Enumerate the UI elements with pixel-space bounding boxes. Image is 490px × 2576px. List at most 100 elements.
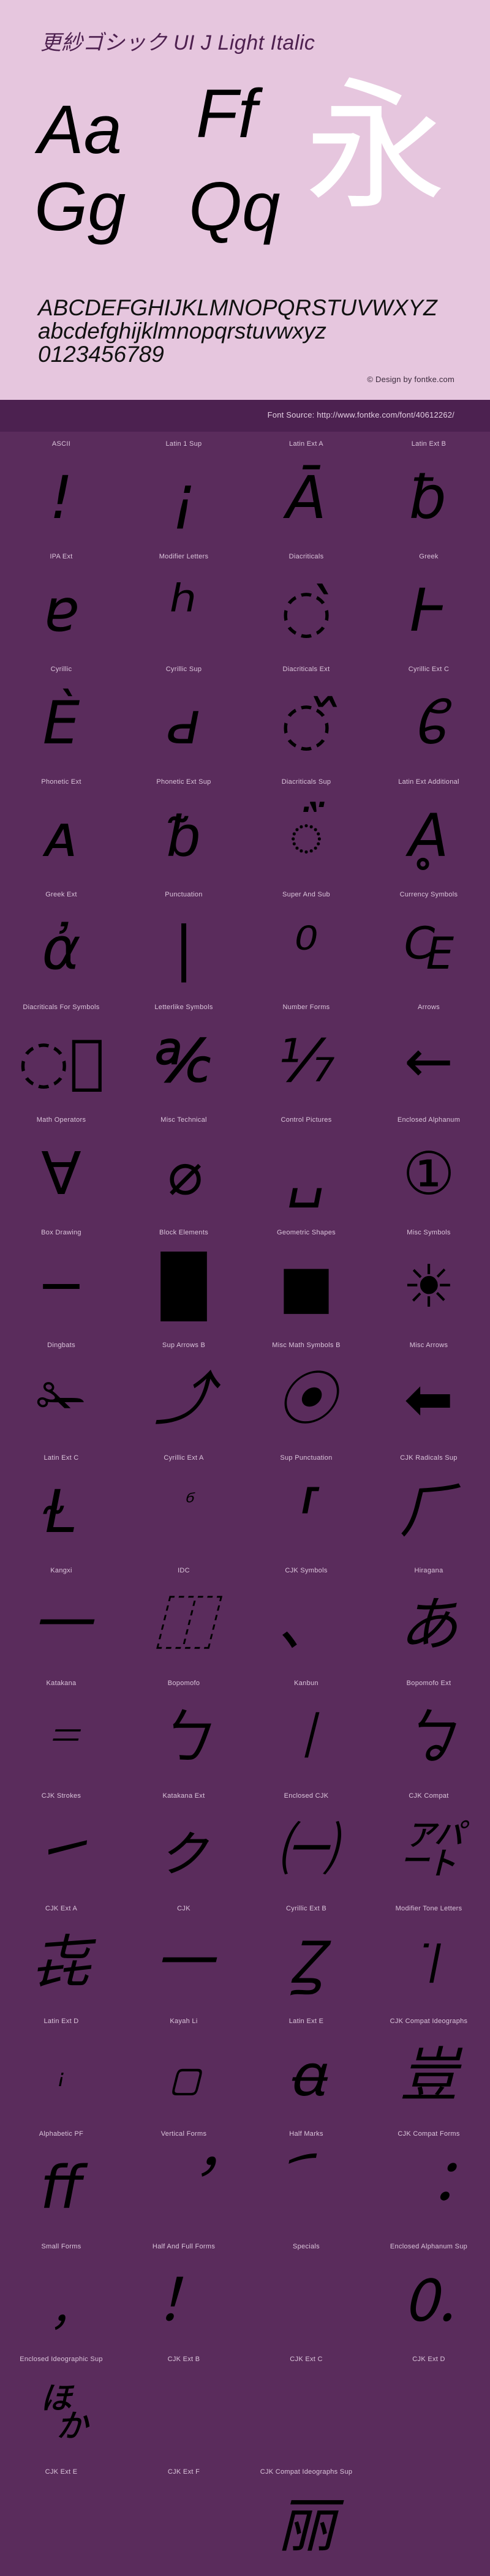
unicode-block-cell-cjk-ext-a[interactable]: CJK Ext A 㐂	[0, 1900, 123, 2013]
unicode-block-cell-enclosed-ideographic-sup[interactable]: Enclosed Ideographic Sup 🈀	[0, 2351, 123, 2463]
unicode-block-cell-bopomofo[interactable]: Bopomofo ㄅ	[123, 1675, 245, 1787]
unicode-block-cell-number-forms[interactable]: Number Forms ⅐	[245, 999, 368, 1111]
unicode-block-cell-sup-arrows-b[interactable]: Sup Arrows B ⤴	[123, 1337, 245, 1449]
unicode-block-cell-cjk-compat-ideographs[interactable]: CJK Compat Ideographs 豈	[368, 2013, 490, 2125]
unicode-block-cell-diacriticals-ext[interactable]: Diacriticals Ext ◌᷈	[245, 661, 368, 773]
block-sample-glyph: ①	[368, 1125, 490, 1223]
unicode-block-cell-misc-technical[interactable]: Misc Technical ⌀	[123, 1111, 245, 1224]
unicode-block-cell-diacriticals-for-symbols[interactable]: Diacriticals For Symbols ◌⃝	[0, 999, 123, 1111]
unicode-block-cell-latin-ext-c[interactable]: Latin Ext C Ɫ	[0, 1449, 123, 1562]
block-label: Diacriticals Sup	[245, 778, 368, 786]
unicode-block-cell-arrows[interactable]: Arrows ←	[368, 999, 490, 1111]
unicode-block-cell-kanbun[interactable]: Kanbun ㆐	[245, 1675, 368, 1787]
unicode-block-cell-ascii[interactable]: ASCII!	[0, 435, 123, 548]
block-label: Math Operators	[0, 1116, 123, 1124]
unicode-block-cell-alphabetic-pf[interactable]: Alphabetic PF ﬀ	[0, 2125, 123, 2238]
block-sample-glyph: ﬀ	[0, 2139, 123, 2237]
unicode-block-cell-latin-ext-e[interactable]: Latin Ext E ꬰ	[245, 2013, 368, 2125]
font-source-link[interactable]: Font Source: http://www.fontke.com/font/…	[268, 410, 454, 419]
unicode-block-cell-phonetic-ext[interactable]: Phonetic Ext ᴀ	[0, 773, 123, 886]
unicode-block-cell-katakana[interactable]: Katakana ゠	[0, 1675, 123, 1787]
block-label: CJK Compat	[368, 1792, 490, 1800]
unicode-block-cell-katakana-ext[interactable]: Katakana Ext ㇰ	[123, 1787, 245, 1900]
unicode-block-cell-enclosed-alphanum[interactable]: Enclosed Alphanum ①	[368, 1111, 490, 1224]
unicode-block-cell-modifier-letters[interactable]: Modifier Letters ʰ	[123, 548, 245, 661]
unicode-block-cell-cyrillic-ext-a[interactable]: Cyrillic Ext Aⷠ	[123, 1449, 245, 1562]
specimen-header: 更紗ゴシック UI J Light Italic Aa Ff Gg Qq 永 A…	[0, 0, 490, 400]
unicode-block-cell-latin-ext-additional[interactable]: Latin Ext Additional Ḁ	[368, 773, 490, 886]
unicode-block-cell-enclosed-alphanum-sup[interactable]: Enclosed Alphanum Sup 🄀	[368, 2238, 490, 2351]
block-row: CJK Ext A 㐂 CJK 一 Cyrillic Ext B Ꙁ Modifier To…	[0, 1900, 490, 2013]
unicode-block-cell-cjk-ext-d[interactable]: CJK Ext D 𫝀	[368, 2351, 490, 2463]
unicode-block-cell-geometric-shapes[interactable]: Geometric Shapes ■	[245, 1224, 368, 1337]
unicode-block-cell-cjk-compat[interactable]: CJK Compat ㌀	[368, 1787, 490, 1900]
unicode-block-cell-half-marks[interactable]: Half Marks︠	[245, 2125, 368, 2238]
unicode-block-cell-punctuation[interactable]: Punctuation |	[123, 886, 245, 999]
unicode-block-cell-box-drawing[interactable]: Box Drawing ─	[0, 1224, 123, 1337]
unicode-block-cell-misc-math-symbols-b[interactable]: Misc Math Symbols B ⦿	[245, 1337, 368, 1449]
unicode-block-cell-cjk[interactable]: CJK 一	[123, 1900, 245, 2013]
block-sample-glyph: ⼀	[0, 1575, 123, 1673]
unicode-block-cell-block-elements[interactable]: Block Elements █	[123, 1224, 245, 1337]
page-title: 更紗ゴシック UI J Light Italic	[40, 26, 315, 56]
unicode-block-cell-idc[interactable]: IDC ⿰	[123, 1562, 245, 1675]
unicode-block-cell-diacriticals[interactable]: Diacriticals ◌̀	[245, 548, 368, 661]
block-sample-glyph: ᲀ	[368, 674, 490, 772]
unicode-block-cell-misc-symbols[interactable]: Misc Symbols ☀	[368, 1224, 490, 1337]
unicode-block-cell-cyrillic-sup[interactable]: Cyrillic Sup ԁ	[123, 661, 245, 773]
unicode-block-cell-small-forms[interactable]: Small Forms ﹐	[0, 2238, 123, 2351]
unicode-block-cell-dingbats[interactable]: Dingbats ✁	[0, 1337, 123, 1449]
unicode-block-cell-latin-ext-d[interactable]: Latin Ext D ꜟ	[0, 2013, 123, 2125]
block-label: Half And Full Forms	[123, 2243, 245, 2250]
unicode-block-cell-super-and-sub[interactable]: Super And Sub ⁰	[245, 886, 368, 999]
unicode-block-cell-half-and-full-forms[interactable]: Half And Full Forms ！	[123, 2238, 245, 2351]
unicode-block-cell-cyrillic[interactable]: Cyrillic Ѐ	[0, 661, 123, 773]
block-sample-glyph: ⦿	[245, 1350, 368, 1448]
unicode-block-cell-bopomofo-ext[interactable]: Bopomofo Ext ㆠ	[368, 1675, 490, 1787]
unicode-block-cell-cjk-strokes[interactable]: CJK Strokes ㇀	[0, 1787, 123, 1900]
block-label: Latin Ext C	[0, 1454, 123, 1462]
unicode-block-cell-latin-ext-a[interactable]: Latin Ext A Ā	[245, 435, 368, 548]
unicode-block-cell-latin-ext-b[interactable]: Latin Ext B ƀ	[368, 435, 490, 548]
block-sample-glyph: 𠀀	[123, 2364, 245, 2462]
block-label: Diacriticals For Symbols	[0, 1004, 123, 1011]
unicode-block-cell-cjk-compat-ideographs-sup[interactable]: CJK Compat Ideographs Sup 丽	[245, 2463, 368, 2576]
unicode-block-cell-greek-ext[interactable]: Greek Ext ἀ	[0, 886, 123, 999]
unicode-block-cell-diacriticals-sup[interactable]: Diacriticals Sup ◌᷀	[245, 773, 368, 886]
unicode-block-cell-cjk-ext-f[interactable]: CJK Ext F 𬺰	[123, 2463, 245, 2576]
unicode-block-cell-currency-symbols[interactable]: Currency Symbols ₠	[368, 886, 490, 999]
block-sample-glyph: 𪜀	[245, 2364, 368, 2462]
unicode-block-cell-cjk-ext-b[interactable]: CJK Ext B 𠀀	[123, 2351, 245, 2463]
unicode-block-cell-greek[interactable]: Greek Ͱ	[368, 548, 490, 661]
unicode-block-cell-latin-1-sup[interactable]: Latin 1 Sup ¡	[123, 435, 245, 548]
unicode-block-cell-math-operators[interactable]: Math Operators ∀	[0, 1111, 123, 1224]
unicode-block-cell-cjk-ext-c[interactable]: CJK Ext C 𪜀	[245, 2351, 368, 2463]
unicode-block-cell-ipa-ext[interactable]: IPA Ext ɐ	[0, 548, 123, 661]
unicode-block-cell-cjk-ext-e[interactable]: CJK Ext E 𫠠	[0, 2463, 123, 2576]
block-row: Katakana ゠ Bopomofo ㄅ Kanbun ㆐ Bopomofo Ext ㆠ	[0, 1675, 490, 1787]
block-row: CJK Ext E 𫠠 CJK Ext F 𬺰 CJK Compat Ideograph…	[0, 2463, 490, 2576]
block-row: Enclosed Ideographic Sup 🈀 CJK Ext B 𠀀 CJK E…	[0, 2351, 490, 2463]
unicode-block-cell-hiragana[interactable]: Hiragana あ	[368, 1562, 490, 1675]
block-sample-glyph: ︠	[245, 2139, 368, 2237]
unicode-block-cell-vertical-forms[interactable]: Vertical Forms ︐	[123, 2125, 245, 2238]
unicode-block-cell-letterlike-symbols[interactable]: Letterlike Symbols ℀	[123, 999, 245, 1111]
block-sample-glyph: 🈀	[0, 2364, 123, 2462]
block-sample-glyph: ⅐	[245, 1012, 368, 1110]
unicode-block-cell-sup-punctuation[interactable]: Sup Punctuation ⸢	[245, 1449, 368, 1562]
unicode-block-cell-misc-arrows[interactable]: Misc Arrows ⬅	[368, 1337, 490, 1449]
unicode-block-cell-kayah-li[interactable]: Kayah Li ꤀	[123, 2013, 245, 2125]
unicode-block-cell-cyrillic-ext-c[interactable]: Cyrillic Ext C ᲀ	[368, 661, 490, 773]
unicode-block-cell-kangxi[interactable]: Kangxi ⼀	[0, 1562, 123, 1675]
unicode-block-cell-phonetic-ext-sup[interactable]: Phonetic Ext Sup ᵬ	[123, 773, 245, 886]
unicode-block-cell-empty[interactable]	[368, 2463, 490, 2576]
unicode-block-cell-cjk-compat-forms[interactable]: CJK Compat Forms ︓	[368, 2125, 490, 2238]
unicode-block-cell-cjk-symbols[interactable]: CJK Symbols 、	[245, 1562, 368, 1675]
unicode-block-cell-enclosed-cjk[interactable]: Enclosed CJK ㈠	[245, 1787, 368, 1900]
unicode-block-cell-specials[interactable]: Specials￼	[245, 2238, 368, 2351]
unicode-block-cell-control-pictures[interactable]: Control Pictures ␣	[245, 1111, 368, 1224]
unicode-block-cell-cjk-radicals-sup[interactable]: CJK Radicals Sup ⺁	[368, 1449, 490, 1562]
block-label: Cyrillic Ext B	[245, 1905, 368, 1912]
unicode-block-cell-modifier-tone-letters[interactable]: Modifier Tone Letters ꜈	[368, 1900, 490, 2013]
unicode-block-cell-cyrillic-ext-b[interactable]: Cyrillic Ext B Ꙁ	[245, 1900, 368, 2013]
